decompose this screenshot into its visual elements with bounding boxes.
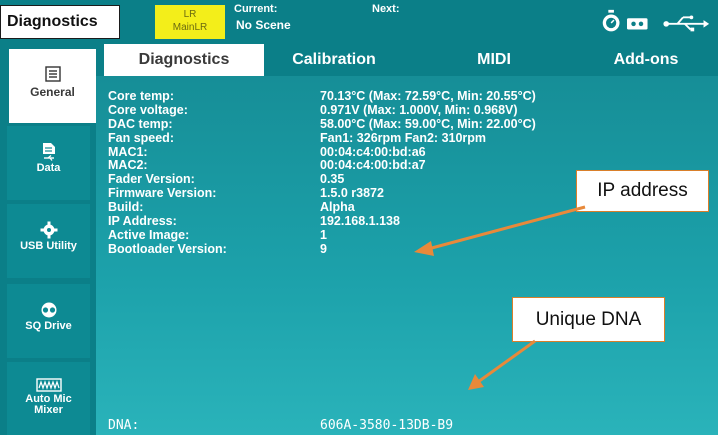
diag-value: 192.168.1.138: [320, 214, 400, 229]
diag-key: Core temp:: [108, 89, 174, 103]
diag-key: DAC temp:: [108, 116, 173, 131]
stopwatch-icon[interactable]: [602, 9, 620, 32]
diag-key: IP Address:: [108, 214, 177, 229]
diag-value: 0.971V (Max: 1.000V, Min: 0.968V): [320, 102, 518, 117]
dna-label: DNA:: [108, 418, 140, 433]
top-bar: Diagnostics LR MainLR Current: No Scene …: [0, 0, 718, 44]
tab-midi[interactable]: MIDI: [424, 44, 564, 76]
tab-diagnostics[interactable]: Diagnostics: [104, 44, 264, 76]
list-icon: [44, 66, 61, 82]
diag-value: 1.5.0 r3872: [320, 186, 384, 201]
diag-value: 0.35: [320, 172, 345, 187]
sidebar-item-sq-drive[interactable]: SQ Drive: [7, 284, 90, 358]
dna-value: 606A-3580-13DB-B9: [320, 418, 454, 433]
diag-value: 1: [320, 227, 327, 242]
screen-title: Diagnostics: [7, 13, 98, 30]
sidebar-item-label: USB Utility: [20, 240, 77, 252]
diag-value: 00:04:c4:00:bd:a7: [320, 158, 426, 173]
lr-meter-selector[interactable]: LR MainLR: [155, 5, 225, 39]
ip-address-callout: IP address: [576, 170, 709, 212]
diag-value: 70.13°C (Max: 72.59°C, Min: 20.55°C): [320, 89, 536, 103]
tab-bar: Diagnostics Calibration MIDI Add-ons: [96, 44, 718, 76]
diag-value: 9: [320, 241, 327, 256]
file-usb-icon: [42, 143, 55, 161]
sidebar-item-label: Auto Mic Mixer: [25, 393, 72, 416]
diagnostics-panel: Core temp: 70.13°C (Max: 72.59°C, Min: 20…: [96, 76, 718, 435]
diag-value: 58.00°C (Max: 59.00°C, Min: 22.00°C): [320, 116, 536, 131]
diag-key: Fan speed:: [108, 130, 174, 145]
diag-key: Bootloader Version:: [108, 241, 227, 256]
diag-key: Core voltage:: [108, 102, 188, 117]
tab-add-ons[interactable]: Add-ons: [576, 44, 716, 76]
tape-reel-icon: [41, 302, 56, 318]
tab-calibration[interactable]: Calibration: [264, 44, 404, 76]
sidebar-item-label: SQ Drive: [25, 320, 72, 332]
sidebar-item-label: Data: [36, 162, 61, 174]
diag-key: Build:: [108, 200, 144, 215]
diag-key: MAC1:: [108, 144, 148, 159]
current-scene-value: No Scene: [236, 18, 291, 32]
sidebar-item-data[interactable]: Data: [7, 126, 90, 200]
lr-mix-label: MainLR: [172, 22, 208, 33]
next-scene-label: Next:: [372, 3, 400, 15]
tape-icon[interactable]: [627, 18, 648, 30]
status-icons: [602, 9, 710, 32]
unique-dna-callout: Unique DNA: [512, 297, 665, 342]
diag-key: Fader Version:: [108, 172, 195, 187]
sidebar: General Data USB Utility SQ Drive Auto M…: [0, 44, 96, 435]
diagnostics-screen: Diagnostics LR MainLR Current: No Scene …: [0, 0, 718, 435]
current-scene-label: Current:: [234, 3, 278, 15]
sidebar-item-auto-mic-mixer[interactable]: Auto Mic Mixer: [7, 362, 90, 435]
diag-value: 00:04:c4:00:bd:a6: [320, 144, 426, 159]
sidebar-item-general[interactable]: General: [9, 49, 96, 123]
diag-key: Active Image:: [108, 227, 190, 242]
screen-title-box: Diagnostics: [0, 5, 120, 39]
lr-label: LR: [183, 9, 197, 20]
sidebar-item-label: General: [30, 85, 75, 99]
diag-value: Alpha: [320, 200, 355, 215]
diag-key: Firmware Version:: [108, 186, 217, 201]
gear-icon: [40, 221, 57, 239]
diag-key: MAC2:: [108, 158, 148, 173]
automixer-icon: [35, 378, 62, 392]
usb-icon[interactable]: [663, 15, 710, 32]
diag-value: Fan1: 326rpm Fan2: 310rpm: [320, 130, 487, 145]
sidebar-item-usb-utility[interactable]: USB Utility: [7, 204, 90, 278]
